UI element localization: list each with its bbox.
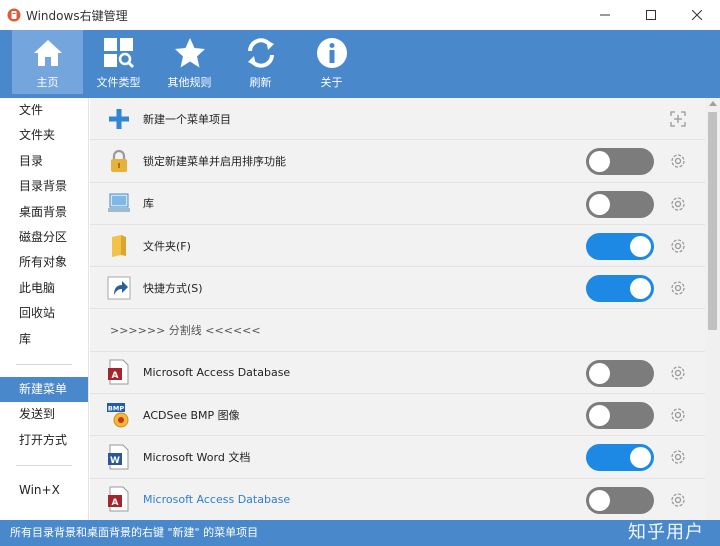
toolbar: 主页 文件类型 其他规则 刷新 关于 — [0, 30, 720, 98]
list-item-label: 锁定新建菜单并启用排序功能 — [143, 154, 286, 168]
refresh-icon — [247, 38, 274, 68]
maximize-button[interactable] — [628, 0, 674, 30]
list-item[interactable]: 快捷方式(S) — [90, 267, 705, 310]
list-item-label: Microsoft Access Database — [143, 492, 291, 506]
list-item[interactable]: 库 — [90, 183, 705, 225]
list-item-label: Microsoft Access Database — [143, 365, 291, 379]
folder-icon — [106, 233, 132, 259]
toggle-switch[interactable] — [586, 486, 654, 514]
vertical-scrollbar[interactable] — [705, 98, 720, 520]
list-item[interactable]: A Microsoft Access Database — [90, 479, 705, 520]
scroll-thumb[interactable] — [708, 112, 717, 330]
toggle-switch[interactable] — [586, 148, 654, 176]
sidebar-item-new-menu[interactable]: 新建菜单 — [0, 376, 88, 403]
bmp-icon: BMP — [106, 402, 132, 428]
gear-icon[interactable] — [668, 236, 688, 256]
sidebar-divider — [16, 465, 72, 467]
menu-item-list: 新建一个菜单项目 锁定新建菜单并启用排序功能 库 文件夹(F) 快捷方式(S) … — [90, 98, 705, 520]
gear-icon[interactable] — [668, 405, 688, 425]
sidebar-item-directory-background[interactable]: 目录背景 — [0, 174, 88, 199]
window-title: Windows右键管理 — [26, 8, 128, 23]
plus-icon — [106, 106, 132, 132]
star-icon — [174, 38, 205, 68]
library-icon — [106, 190, 132, 216]
sidebar: 文件 文件夹 目录 目录背景 桌面背景 磁盘分区 所有对象 此电脑 回收站 库 … — [0, 98, 89, 520]
list-item-label: 文件夹(F) — [143, 239, 191, 253]
gear-icon[interactable] — [668, 151, 688, 171]
tab-about-label: 关于 — [320, 76, 343, 89]
gear-icon[interactable] — [668, 490, 688, 510]
sidebar-item-recycle-bin[interactable]: 回收站 — [0, 301, 88, 326]
home-icon — [33, 40, 62, 66]
svg-text:W: W — [110, 456, 120, 466]
maximize-icon — [646, 10, 656, 20]
sidebar-item-folder[interactable]: 文件夹 — [0, 123, 88, 148]
file-types-icon — [103, 38, 134, 69]
tab-other-rules-label: 其他规则 — [167, 76, 212, 89]
status-text: 所有目录背景和桌面背景的右键 "新建" 的菜单项目 — [10, 526, 259, 539]
sidebar-item-open-with[interactable]: 打开方式 — [0, 428, 88, 453]
close-icon — [692, 10, 702, 20]
app-icon — [7, 8, 21, 22]
info-icon — [316, 38, 347, 68]
list-item-label: 快捷方式(S) — [143, 281, 203, 295]
sidebar-item-library[interactable]: 库 — [0, 327, 88, 352]
list-item-label: Microsoft Word 文档 — [143, 451, 251, 465]
tab-refresh[interactable]: 刷新 — [225, 30, 296, 94]
status-bar: 所有目录背景和桌面背景的右键 "新建" 的菜单项目 知乎用户 — [0, 520, 720, 546]
watermark: 知乎用户 — [628, 522, 704, 543]
list-item-label: 新建一个菜单项目 — [143, 112, 231, 126]
scroll-up-arrow-icon[interactable] — [709, 101, 717, 106]
lock-icon — [106, 148, 132, 174]
sidebar-item-directory[interactable]: 目录 — [0, 149, 88, 174]
toggle-switch[interactable] — [586, 232, 654, 260]
list-item-label: ACDSee BMP 图像 — [143, 408, 240, 422]
toggle-switch[interactable] — [586, 275, 654, 303]
toggle-switch[interactable] — [586, 444, 654, 472]
tab-refresh-label: 刷新 — [249, 76, 272, 89]
list-item[interactable]: 文件夹(F) — [90, 225, 705, 268]
svg-text:A: A — [112, 498, 119, 508]
minimize-button[interactable] — [582, 0, 628, 30]
sidebar-item-this-pc[interactable]: 此电脑 — [0, 276, 88, 301]
list-item[interactable]: W Microsoft Word 文档 — [90, 436, 705, 479]
svg-text:BMP: BMP — [108, 404, 124, 412]
sidebar-item-win-x[interactable]: Win+X — [0, 478, 88, 503]
sidebar-item-disk-partition[interactable]: 磁盘分区 — [0, 225, 88, 250]
close-button[interactable] — [674, 0, 720, 30]
list-item[interactable]: A Microsoft Access Database — [90, 352, 705, 395]
sidebar-item-send-to[interactable]: 发送到 — [0, 402, 88, 427]
word-icon: W — [106, 444, 132, 470]
access-icon: A — [106, 486, 132, 512]
tab-home-label: 主页 — [36, 76, 59, 89]
list-item[interactable]: BMP ACDSee BMP 图像 — [90, 394, 705, 437]
add-target-icon[interactable] — [668, 109, 688, 129]
tab-about[interactable]: 关于 — [296, 30, 367, 94]
tab-home[interactable]: 主页 — [12, 30, 83, 94]
svg-text:A: A — [112, 371, 119, 381]
toggle-switch[interactable] — [586, 402, 654, 430]
access-icon: A — [106, 359, 132, 385]
gear-icon[interactable] — [668, 363, 688, 383]
minimize-icon — [600, 14, 610, 16]
list-item[interactable]: 锁定新建菜单并启用排序功能 — [90, 140, 705, 183]
title-bar: Windows右键管理 — [0, 0, 720, 30]
shortcut-icon — [106, 275, 132, 301]
tab-file-types-label: 文件类型 — [96, 76, 141, 89]
list-item-label: 库 — [143, 197, 154, 211]
separator-label: >>>>>> 分割线 <<<<<< — [110, 324, 261, 338]
gear-icon[interactable] — [668, 278, 688, 298]
separator-row: >>>>>> 分割线 <<<<<< — [90, 309, 705, 352]
sidebar-item-all-objects[interactable]: 所有对象 — [0, 250, 88, 275]
list-item-new[interactable]: 新建一个菜单项目 — [90, 98, 705, 141]
tab-file-types[interactable]: 文件类型 — [83, 30, 154, 94]
sidebar-item-file[interactable]: 文件 — [0, 98, 88, 123]
sidebar-divider — [16, 363, 72, 365]
toggle-switch[interactable] — [586, 359, 654, 387]
toggle-switch[interactable] — [586, 190, 654, 218]
gear-icon[interactable] — [668, 447, 688, 467]
sidebar-item-desktop-background[interactable]: 桌面背景 — [0, 200, 88, 225]
gear-icon[interactable] — [668, 194, 688, 214]
tab-other-rules[interactable]: 其他规则 — [154, 30, 225, 94]
